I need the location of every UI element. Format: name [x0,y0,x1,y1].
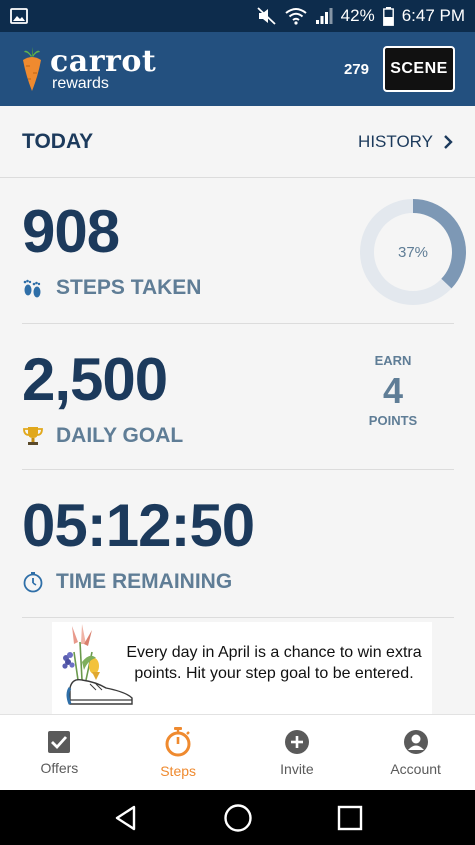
plus-circle-icon [284,729,309,754]
logo-subtitle: rewards [52,74,109,92]
battery-icon [382,6,394,26]
divider [22,469,454,470]
scene-badge-label: SCENE [390,60,448,77]
divider [22,617,454,618]
timer-section: 05:12:50 TIME REMAINING [22,496,454,594]
tab-offers[interactable]: Offers [0,715,119,790]
image-notification-icon [10,8,28,24]
promo-banner[interactable]: Every day in April is a chance to win ex… [52,622,432,714]
chevron-right-icon [444,134,453,149]
steps-label: STEPS TAKEN [56,276,202,299]
logo-wordmark: carrot [50,43,157,79]
tab-label: Offers [40,759,79,776]
trophy-icon [23,427,43,445]
person-icon [403,729,428,754]
today-title: TODAY [22,129,94,153]
earn-points-box: EARN 4 POINTS [354,353,432,428]
app-header: carrot rewards 279 SCENE [0,32,475,106]
steps-progress-text: 37% [398,244,428,261]
today-header: TODAY HISTORY [0,106,475,178]
time-remaining-value: 05:12:50 [22,492,255,559]
home-icon[interactable] [223,803,253,833]
points-label: POINTS [368,413,418,428]
stopwatch-icon [165,726,191,756]
time-remaining-label: TIME REMAINING [56,570,233,593]
scene-badge[interactable]: SCENE [383,46,455,92]
tab-bar: Offers Steps Invite Account [0,714,475,790]
divider [22,323,454,324]
promo-text: Every day in April is a chance to win ex… [126,644,422,682]
tab-label: Invite [280,760,314,777]
signal-icon [315,8,333,24]
footprints-icon [23,279,41,298]
history-label: HISTORY [358,131,433,151]
stopwatch-icon [23,572,43,593]
goal-label: DAILY GOAL [56,424,184,447]
tab-account[interactable]: Account [356,715,475,790]
checkbox-icon [48,730,71,753]
carrot-icon [23,47,41,91]
system-nav-bar [0,790,475,845]
tab-steps[interactable]: Steps [119,715,238,790]
mute-icon [257,7,276,25]
earn-label: EARN [374,353,412,368]
earn-value: 4 [382,370,404,411]
tab-label: Account [390,760,441,777]
wifi-icon [285,8,307,25]
tab-invite[interactable]: Invite [238,715,357,790]
status-bar: 42% 6:47 PM [0,0,475,32]
steps-progress-ring: 37% [360,199,466,305]
recents-icon[interactable] [336,804,364,832]
clock: 6:47 PM [401,6,465,25]
carrot-logo: carrot rewards [20,46,156,92]
points-balance[interactable]: 279 [344,61,369,78]
battery-percent: 42% [340,6,375,25]
tab-label: Steps [160,762,197,779]
history-link[interactable]: HISTORY [358,132,453,152]
back-icon[interactable] [112,804,140,832]
